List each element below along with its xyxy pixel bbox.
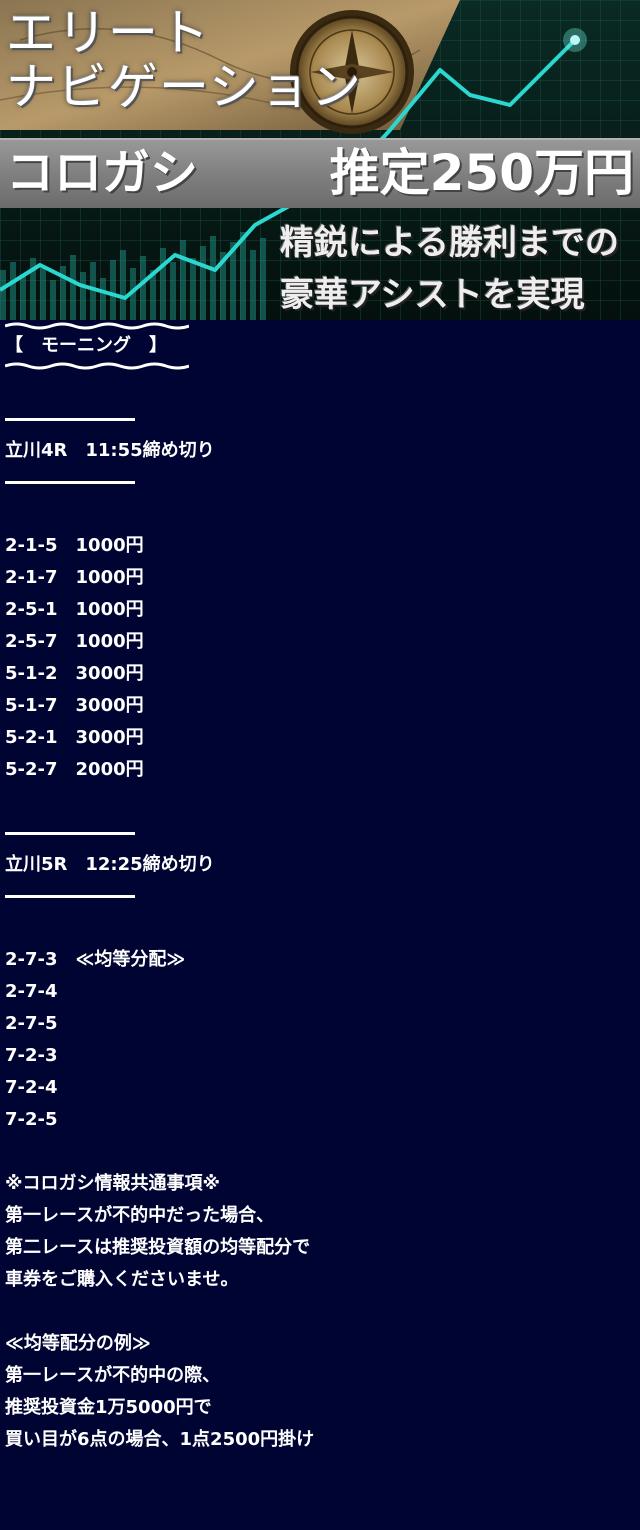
notes-heading: ※コロガシ情報共通事項※	[5, 1173, 220, 1194]
example-line: 第一レースが不的中の際、	[5, 1365, 221, 1386]
race-1-rule-top	[5, 418, 135, 421]
banner-title-line-1: エリート	[6, 4, 210, 62]
bet-line: 5-1-7 3000円	[5, 695, 144, 716]
race-2-bet-list: 2-7-3 ≪均等分配≫ 2-7-4 2-7-5 7-2-3 7-2-4 7-2…	[5, 944, 635, 1136]
article-body: 【 モーニング 】 立川4R 11:55締め切り 2-1-5 1000円 2-1…	[5, 322, 635, 1456]
example-heading: ≪均等配分の例≫	[5, 1333, 151, 1354]
bet-line: 2-7-4	[5, 981, 58, 1002]
race-2-rule-top	[5, 832, 135, 835]
banner-bar-label: コロガシ	[6, 145, 199, 201]
banner-tagline-line-1: 精鋭による勝利までの	[280, 223, 619, 263]
common-notes: ※コロガシ情報共通事項※ 第一レースが不的中だった場合、 第二レースは推奨投資額…	[5, 1168, 635, 1296]
bet-line: 2-1-5 1000円	[5, 535, 144, 556]
bet-line: 2-7-5	[5, 1013, 58, 1034]
section-heading: 【 モーニング 】	[5, 335, 167, 356]
bet-line: 2-1-7 1000円	[5, 567, 144, 588]
bet-line: 7-2-3	[5, 1045, 58, 1066]
wave-divider-bottom	[5, 362, 189, 370]
example-line: 推奨投資金1万5000円で	[5, 1397, 212, 1418]
bet-line: 5-1-2 3000円	[5, 663, 144, 684]
bet-line: 7-2-5	[5, 1109, 58, 1130]
race-1-bet-list: 2-1-5 1000円 2-1-7 1000円 2-5-1 1000円 2-5-…	[5, 530, 635, 786]
notes-line: 車券をご購入くださいませ。	[5, 1269, 239, 1290]
banner-tagline-line-2: 豪華アシストを実現	[280, 275, 585, 315]
race-1-title: 立川4R 11:55締め切り	[5, 440, 215, 461]
bet-line: 2-5-7 1000円	[5, 631, 144, 652]
distribution-example: ≪均等配分の例≫ 第一レースが不的中の際、 推奨投資金1万5000円で 買い目が…	[5, 1328, 635, 1456]
notes-line: 第二レースは推奨投資額の均等配分で	[5, 1237, 311, 1258]
notes-line: 第一レースが不的中だった場合、	[5, 1205, 275, 1226]
bet-line: 5-2-7 2000円	[5, 759, 144, 780]
banner-title-line-2: ナビゲーション	[6, 58, 362, 116]
bet-line: 2-5-1 1000円	[5, 599, 144, 620]
wave-divider-top	[5, 322, 189, 330]
bet-line: 2-7-3 ≪均等分配≫	[5, 949, 186, 970]
race-2-title: 立川5R 12:25締め切り	[5, 854, 215, 875]
example-line: 買い目が6点の場合、1点2500円掛け	[5, 1429, 315, 1450]
bet-line: 7-2-4	[5, 1077, 58, 1098]
bet-line: 5-2-1 3000円	[5, 727, 144, 748]
banner-estimate: 推定250万円	[329, 144, 634, 202]
hero-banner: エリート ナビゲーション コロガシ 推定250万円 精鋭による勝利までの 豪華ア…	[0, 0, 640, 320]
